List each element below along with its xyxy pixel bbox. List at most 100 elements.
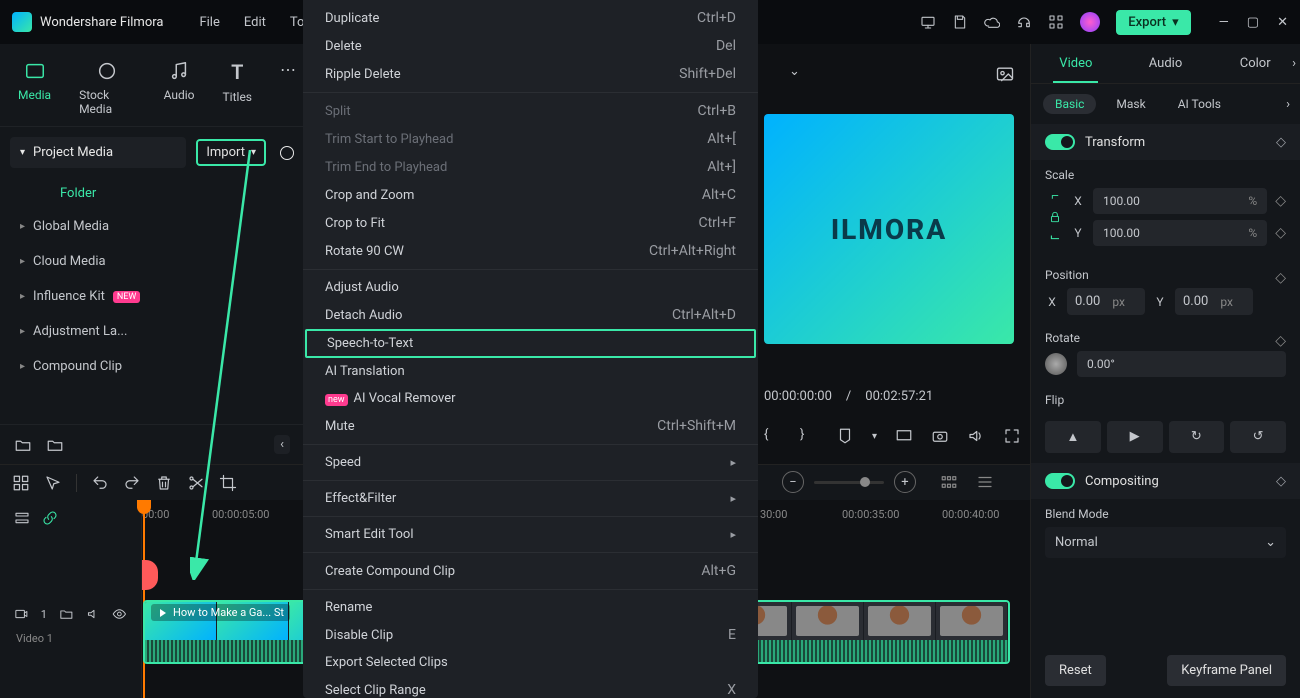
menu-item-delete[interactable]: DeleteDel <box>303 32 758 60</box>
tab-titles[interactable]: T Titles <box>213 54 262 126</box>
zoom-in-button[interactable]: + <box>894 471 916 493</box>
tab-video[interactable]: Video <box>1031 44 1121 83</box>
pos-x-input[interactable]: 0.00px <box>1067 288 1145 315</box>
compositing-toggle[interactable] <box>1045 473 1075 489</box>
keyframe-diamond-icon[interactable]: ◇ <box>1275 193 1286 209</box>
new-folder-icon[interactable] <box>14 436 32 454</box>
undo-icon[interactable] <box>91 474 109 492</box>
cloud-icon[interactable] <box>984 14 1000 30</box>
keyframe-panel-button[interactable]: Keyframe Panel <box>1167 655 1286 686</box>
reset-button[interactable]: Reset <box>1045 655 1106 686</box>
menu-item-adjust-audio[interactable]: Adjust Audio <box>303 274 758 301</box>
rotate-cw-button[interactable]: ↻ <box>1169 421 1225 453</box>
tabs-more-icon[interactable]: › <box>1292 56 1296 71</box>
keyframe-diamond-icon[interactable]: ◇ <box>1275 225 1286 241</box>
zoom-slider[interactable] <box>814 481 884 484</box>
transform-toggle[interactable] <box>1045 134 1075 150</box>
settings-icon[interactable] <box>976 473 994 491</box>
menu-item-speed[interactable]: Speed▸ <box>303 449 758 476</box>
blend-mode-select[interactable]: Normal ⌄ <box>1045 527 1286 558</box>
tab-stock-media[interactable]: Stock Media <box>69 54 146 126</box>
menu-item-select-clip-range[interactable]: Select Clip RangeX <box>303 676 758 698</box>
rotate-dial[interactable] <box>1045 353 1067 375</box>
video-track-icon[interactable] <box>14 606 29 622</box>
preview-viewport[interactable]: ILMORA <box>764 114 1014 344</box>
tab-audio-props[interactable]: Audio <box>1121 44 1211 83</box>
keyframe-diamond-icon[interactable]: ◇ <box>1275 270 1286 286</box>
folder-icon[interactable] <box>46 436 64 454</box>
menu-item-detach-audio[interactable]: Detach AudioCtrl+Alt+D <box>303 301 758 329</box>
maximize-button[interactable]: ▢ <box>1247 15 1259 30</box>
grid-icon[interactable] <box>12 474 30 492</box>
menu-item-effect-filter[interactable]: Effect&Filter▸ <box>303 485 758 512</box>
menu-item-crop-and-zoom[interactable]: Crop and ZoomAlt+C <box>303 181 758 209</box>
folder-icon[interactable] <box>59 606 74 622</box>
rotate-ccw-button[interactable]: ↺ <box>1230 421 1286 453</box>
keyframe-diamond-icon[interactable]: ◇ <box>1275 333 1286 349</box>
menu-edit[interactable]: Edit <box>244 15 266 30</box>
tree-item-cloud-media[interactable]: ▸Cloud Media <box>10 244 294 279</box>
preview-dropdown-icon[interactable]: ⌄ <box>789 64 800 79</box>
crop-icon[interactable] <box>219 474 237 492</box>
headphones-icon[interactable] <box>1016 14 1032 30</box>
menu-item-mute[interactable]: MuteCtrl+Shift+M <box>303 412 758 440</box>
zoom-out-button[interactable]: − <box>782 471 804 493</box>
playhead[interactable] <box>143 500 145 698</box>
menu-item-rename[interactable]: Rename <box>303 594 758 621</box>
menu-item-duplicate[interactable]: DuplicateCtrl+D <box>303 4 758 32</box>
subtabs-more-icon[interactable]: › <box>1286 97 1290 112</box>
delete-icon[interactable] <box>155 474 173 492</box>
chip-ai-tools[interactable]: AI Tools <box>1166 94 1233 114</box>
keyframe-diamond-icon[interactable]: ◇ <box>1276 135 1286 150</box>
menu-file[interactable]: File <box>199 15 219 30</box>
tab-media[interactable]: Media <box>8 54 61 126</box>
lock-icon[interactable] <box>1048 210 1062 224</box>
chip-basic[interactable]: Basic <box>1043 94 1096 114</box>
snapshot-icon[interactable] <box>995 64 1015 84</box>
scale-y-input[interactable]: 100.00% <box>1093 220 1267 246</box>
chip-mask[interactable]: Mask <box>1104 94 1157 114</box>
menu-item-smart-edit-tool[interactable]: Smart Edit Tool▸ <box>303 521 758 548</box>
menu-item-ripple-delete[interactable]: Ripple DeleteShift+Del <box>303 60 758 88</box>
camera-icon[interactable] <box>931 427 949 445</box>
clip-start-marker[interactable] <box>142 560 158 590</box>
menu-item-export-selected-clips[interactable]: Export Selected Clips <box>303 649 758 676</box>
tree-item-global-media[interactable]: ▸Global Media <box>10 209 294 244</box>
eye-icon[interactable] <box>112 606 127 622</box>
menu-item-ai-vocal-remover[interactable]: newAI Vocal Remover <box>303 385 758 412</box>
pointer-icon[interactable] <box>44 474 62 492</box>
menu-item-disable-clip[interactable]: Disable ClipE <box>303 621 758 649</box>
tab-color[interactable]: Color <box>1210 44 1300 83</box>
display-icon[interactable] <box>895 427 913 445</box>
mark-out-icon[interactable]: } <box>800 427 818 445</box>
pos-y-input[interactable]: 0.00px <box>1175 288 1253 315</box>
export-button[interactable]: Export ▾ <box>1116 10 1190 35</box>
tab-more[interactable]: ⋯ <box>270 54 296 126</box>
collapse-panel-button[interactable]: ‹ <box>274 435 290 454</box>
link-icon[interactable] <box>42 510 58 526</box>
split-icon[interactable] <box>187 474 205 492</box>
menu-item-speech-to-text[interactable]: Speech-to-Text <box>305 329 756 358</box>
minimize-button[interactable]: — <box>1219 15 1229 30</box>
transform-section-header[interactable]: Transform ◇ <box>1031 124 1300 160</box>
scale-x-input[interactable]: 100.00% <box>1093 188 1267 214</box>
tree-item-compound-clip[interactable]: ▸Compound Clip <box>10 349 294 384</box>
tree-item-adjustment-layer[interactable]: ▸Adjustment La... <box>10 314 294 349</box>
project-media-button[interactable]: ▾ Project Media <box>10 137 186 168</box>
menu-item-rotate-90-cw[interactable]: Rotate 90 CWCtrl+Alt+Right <box>303 237 758 265</box>
avatar[interactable] <box>1080 12 1100 32</box>
marker-icon[interactable] <box>836 427 854 445</box>
apps-icon[interactable] <box>1048 14 1064 30</box>
volume-icon[interactable] <box>967 427 985 445</box>
timeline-view-icon[interactable] <box>940 473 958 491</box>
menu-item-ai-translation[interactable]: AI Translation <box>303 358 758 385</box>
fullscreen-icon[interactable] <box>1003 427 1021 445</box>
folder-link[interactable]: Folder <box>0 178 304 209</box>
save-icon[interactable] <box>952 14 968 30</box>
import-button[interactable]: Import ▾ <box>196 139 266 166</box>
mark-in-icon[interactable]: { <box>764 427 782 445</box>
record-icon[interactable] <box>280 146 294 160</box>
flip-vertical-button[interactable]: ▶ <box>1107 421 1163 453</box>
menu-item-create-compound-clip[interactable]: Create Compound ClipAlt+G <box>303 557 758 585</box>
flip-horizontal-button[interactable]: ▲ <box>1045 421 1101 453</box>
